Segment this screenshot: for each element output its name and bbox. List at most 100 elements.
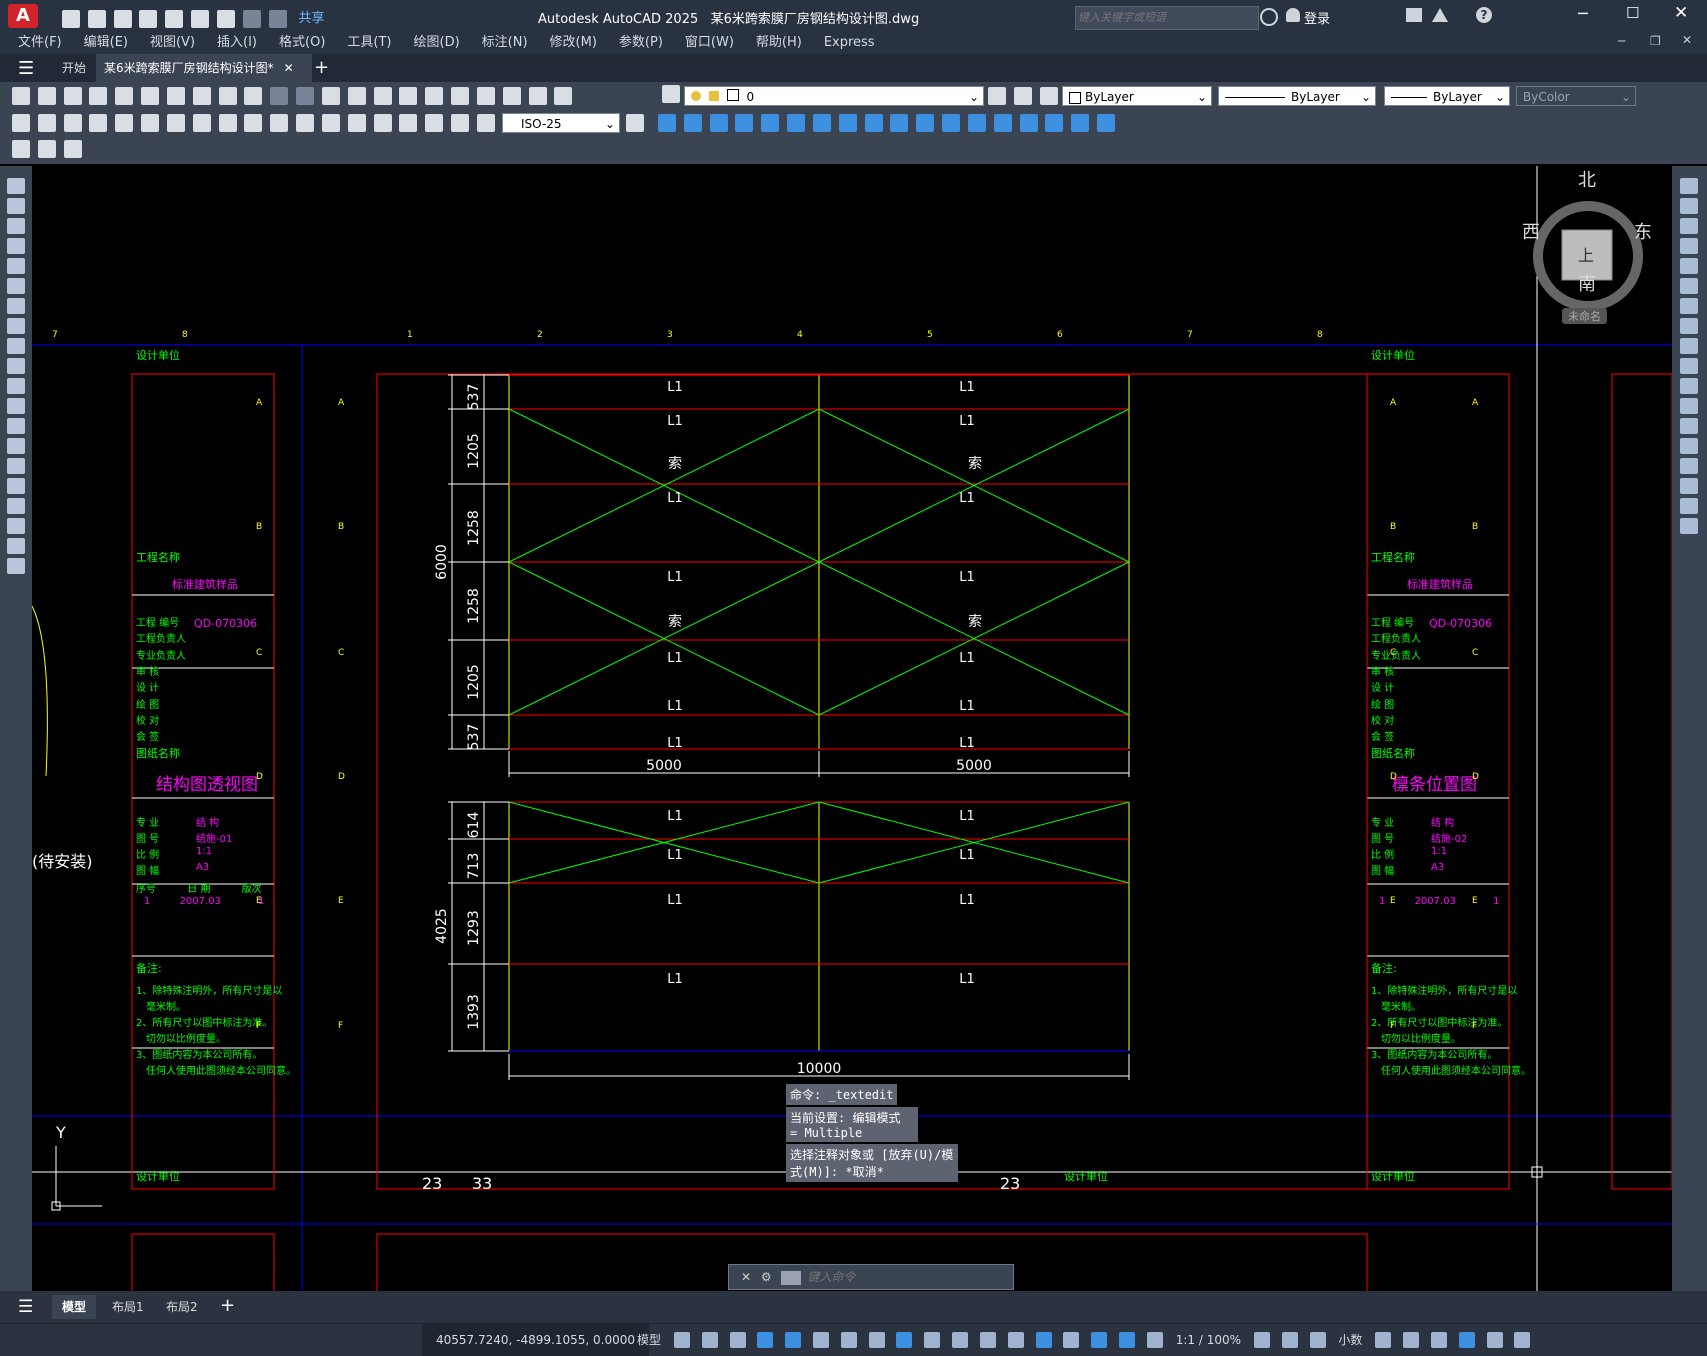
polar-icon[interactable] <box>812 1332 829 1348</box>
annotation-scale[interactable]: 1:1 / 100% <box>1176 1324 1241 1356</box>
solid-union-icon[interactable] <box>658 114 676 132</box>
search-input[interactable] <box>1075 6 1259 30</box>
help-tool-icon[interactable] <box>554 87 573 105</box>
new-icon[interactable] <box>62 9 80 28</box>
scale-icon[interactable] <box>1680 318 1698 334</box>
layer-walk-icon[interactable] <box>63 140 82 158</box>
solid-subtract-icon[interactable] <box>683 114 702 132</box>
quick-properties-icon[interactable] <box>1375 1332 1392 1348</box>
lineweight-dropdown[interactable]: ByLayer ⌄ <box>1384 86 1510 106</box>
move-icon[interactable] <box>1680 278 1698 294</box>
viewcube-south[interactable]: 南 <box>1578 270 1596 296</box>
tab-layout2[interactable]: 布局2 <box>158 1295 206 1319</box>
calculator-icon[interactable] <box>528 87 547 105</box>
clean-screen-icon[interactable] <box>1486 1332 1503 1348</box>
plot-icon[interactable] <box>216 9 235 28</box>
color-dropdown[interactable]: ByLayer ⌄ <box>1062 86 1212 106</box>
command-recent-icon[interactable] <box>781 1270 802 1285</box>
minimize-button[interactable]: ─ <box>1578 4 1588 23</box>
layout-menu-icon[interactable]: ☰ <box>18 1297 33 1317</box>
redo-icon[interactable] <box>268 9 287 28</box>
infer-icon[interactable] <box>729 1332 746 1348</box>
menu-item-3[interactable]: 插入(I) <box>217 32 257 54</box>
preview-icon[interactable] <box>115 87 134 105</box>
graphics-performance-icon[interactable] <box>1458 1332 1475 1348</box>
offset-faces-icon[interactable] <box>787 114 806 132</box>
explode-icon[interactable] <box>1680 518 1698 534</box>
menu-item-2[interactable]: 视图(V) <box>150 32 195 54</box>
break-at-point-icon[interactable] <box>1680 398 1698 414</box>
plotstyle-dropdown[interactable]: ByColor ⌄ <box>1516 86 1636 106</box>
solid-intersect-icon[interactable] <box>709 114 728 132</box>
cart-icon[interactable] <box>1406 8 1422 22</box>
annotation-visibility-icon[interactable] <box>1119 1332 1136 1348</box>
menu-item-4[interactable]: 格式(O) <box>279 32 325 54</box>
maximize-button[interactable]: ☐ <box>1626 4 1639 22</box>
share-button[interactable]: 共享 <box>298 11 324 26</box>
dim-aligned-icon[interactable] <box>37 114 56 132</box>
dim-arc-icon[interactable] <box>63 114 82 132</box>
copy-icon[interactable] <box>1680 198 1698 214</box>
lineweight-icon[interactable] <box>924 1332 941 1348</box>
save-tool-icon[interactable] <box>63 87 82 105</box>
match-properties-icon[interactable] <box>244 87 263 105</box>
menu-item-0[interactable]: 文件(F) <box>18 32 62 54</box>
publish-icon[interactable] <box>141 87 160 105</box>
isodraft-icon[interactable] <box>840 1332 857 1348</box>
add-layout-button[interactable]: + <box>220 1295 235 1316</box>
autodesk-app-icon[interactable] <box>1432 8 1448 22</box>
ortho-icon[interactable] <box>785 1332 802 1348</box>
search-icon[interactable] <box>1260 8 1278 26</box>
color-faces-icon[interactable] <box>916 114 935 132</box>
stretch-icon[interactable] <box>1680 338 1698 354</box>
auto-scale-icon[interactable] <box>1146 1332 1163 1348</box>
new-tab-button[interactable]: + <box>314 57 329 78</box>
viewcube-west[interactable]: 西 <box>1522 218 1540 244</box>
menu-item-10[interactable]: 窗口(W) <box>685 32 734 54</box>
open-tool-icon[interactable] <box>37 87 56 105</box>
mirror-icon[interactable] <box>1680 218 1698 234</box>
selection-filter-icon[interactable] <box>1063 1332 1080 1348</box>
markup-icon[interactable] <box>502 87 521 105</box>
undo-tool-icon[interactable] <box>270 87 289 105</box>
quick-dim-icon[interactable] <box>218 114 237 132</box>
zoom-previous-icon[interactable] <box>399 87 418 105</box>
layer-freeze-icon[interactable] <box>708 91 719 101</box>
doc-close-button[interactable]: ✕ <box>1682 33 1692 47</box>
menu-item-8[interactable]: 修改(M) <box>550 32 597 54</box>
new-tool-icon[interactable] <box>12 87 30 105</box>
coordinates-display[interactable]: 40557.7240, -4899.1055, 0.0000 <box>422 1324 649 1356</box>
dim-linear-icon[interactable] <box>12 114 30 132</box>
menu-item-5[interactable]: 工具(T) <box>347 32 391 54</box>
menu-item-12[interactable]: Express <box>824 32 875 54</box>
polyline-icon[interactable] <box>7 218 25 234</box>
model-space-button[interactable]: 模型 <box>637 1324 661 1356</box>
snap-icon[interactable] <box>701 1332 718 1348</box>
undo-icon[interactable] <box>242 9 261 28</box>
annotation-monitor-icon[interactable] <box>1281 1332 1298 1348</box>
dim-ordinate-icon[interactable] <box>89 114 108 132</box>
table-icon[interactable] <box>7 518 25 534</box>
gizmo-icon[interactable] <box>1091 1332 1108 1348</box>
dynamic-input-icon[interactable] <box>757 1332 774 1348</box>
jogged-linear-icon[interactable] <box>425 114 444 132</box>
dim-baseline-icon[interactable] <box>244 114 263 132</box>
paste-icon[interactable] <box>218 87 237 105</box>
region-icon[interactable] <box>7 498 25 514</box>
spline-icon[interactable] <box>7 338 25 354</box>
menu-item-7[interactable]: 标注(N) <box>482 32 528 54</box>
dim-radius-icon[interactable] <box>115 114 134 132</box>
point-icon[interactable] <box>7 438 25 454</box>
tab-document[interactable]: 某6米跨索膜厂房钢结构设计图* ✕ <box>96 54 312 82</box>
polygon-icon[interactable] <box>7 238 25 254</box>
drawing-canvas[interactable]: L1 L1 L1 L1 L1 L1 L1 L1 L1 L1 L1 L1 L1 L1 索索索索 537 1205 1… <box>32 166 1672 1291</box>
delete-faces-icon[interactable] <box>812 114 831 132</box>
arc-icon[interactable] <box>7 278 25 294</box>
move-faces-icon[interactable] <box>761 114 780 132</box>
selection-cycling-icon[interactable] <box>979 1332 996 1348</box>
menu-item-6[interactable]: 绘图(D) <box>414 32 460 54</box>
trim-icon[interactable] <box>1680 358 1698 374</box>
text-edit-icon[interactable] <box>12 140 30 158</box>
erase-icon[interactable] <box>1680 178 1698 194</box>
command-input[interactable] <box>805 1269 960 1285</box>
